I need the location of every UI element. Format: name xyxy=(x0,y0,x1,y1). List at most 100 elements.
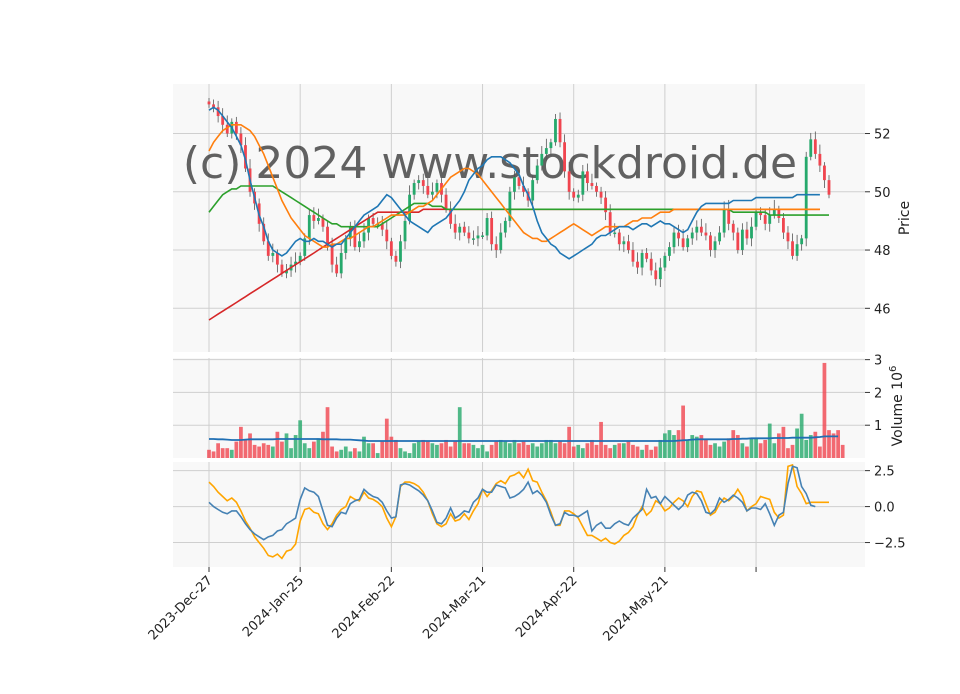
volume-bar xyxy=(840,444,845,458)
volume-bar xyxy=(284,433,289,458)
volume-bar xyxy=(266,444,271,458)
volume-bar xyxy=(799,413,804,458)
volume-bar xyxy=(763,439,768,458)
volume-bar xyxy=(444,439,448,458)
volume-bar xyxy=(544,439,549,458)
volume-bar xyxy=(357,451,362,458)
candle-body xyxy=(818,153,822,166)
volume-bar xyxy=(603,444,608,458)
volume-bar xyxy=(517,443,521,458)
x-tick-label: 2024-Feb-22 xyxy=(330,573,399,642)
candle-body xyxy=(275,252,279,265)
volume-bar xyxy=(302,443,307,458)
volume-bar xyxy=(325,407,330,458)
volume-bar xyxy=(416,441,421,458)
volume-bar xyxy=(339,449,344,458)
volume-bar xyxy=(549,439,553,458)
candle-body xyxy=(339,252,343,274)
candle-body xyxy=(677,232,680,239)
volume-bar xyxy=(644,444,649,458)
volume-bar xyxy=(612,444,617,458)
volume-bar xyxy=(234,441,239,458)
volume-bar xyxy=(767,423,772,458)
candle-body xyxy=(471,238,475,240)
volume-bar xyxy=(280,441,284,458)
volume-bar xyxy=(562,443,567,458)
volume-bar xyxy=(745,446,749,458)
candle-body xyxy=(544,148,548,154)
candle-body xyxy=(727,209,731,224)
volume-bar xyxy=(394,439,398,458)
candle-body xyxy=(563,142,567,172)
price-panel-bg xyxy=(173,84,865,352)
volume-bar xyxy=(649,449,654,458)
x-tick-label: 2024-May-21 xyxy=(601,573,672,644)
volume-bar xyxy=(448,446,453,458)
volume-bar xyxy=(663,433,667,458)
volume-bar xyxy=(371,443,375,458)
candle-body xyxy=(654,270,658,280)
volume-bar xyxy=(407,453,412,458)
candle-body xyxy=(307,215,311,239)
candle-body xyxy=(804,156,808,239)
candle-body xyxy=(271,252,275,256)
candle-body xyxy=(636,261,639,268)
price-y-tick-label: 52 xyxy=(874,128,891,143)
candle-body xyxy=(809,139,813,157)
volume-bar xyxy=(503,441,508,458)
candle-body xyxy=(576,194,580,198)
volume-bar xyxy=(590,439,594,458)
volume-bar xyxy=(453,441,458,458)
volume-bar xyxy=(526,444,530,458)
volume-bar xyxy=(330,446,334,458)
candle-body xyxy=(731,223,735,233)
volume-bar xyxy=(457,407,462,458)
candle-body xyxy=(690,232,694,239)
volume-bar xyxy=(239,426,243,458)
volume-bar xyxy=(270,446,275,458)
volume-bar xyxy=(398,448,403,458)
candle-body xyxy=(412,183,416,195)
volume-bar xyxy=(289,448,293,458)
volume-bar xyxy=(576,444,581,458)
candle-body xyxy=(631,250,635,262)
volume-bar xyxy=(530,443,535,458)
oscillator-panel-bg xyxy=(173,462,865,567)
candle-body xyxy=(750,226,753,239)
volume-bar xyxy=(307,448,312,458)
candle-body xyxy=(481,235,484,237)
candle-body xyxy=(813,139,817,154)
candle-body xyxy=(417,180,421,184)
volume-bar xyxy=(822,362,827,458)
volume-bar xyxy=(631,444,635,458)
candle-body xyxy=(462,226,466,233)
volume-bar xyxy=(731,430,736,458)
candle-body xyxy=(362,232,366,242)
volume-bar xyxy=(818,446,822,458)
candle-body xyxy=(827,180,831,195)
volume-bar xyxy=(439,443,444,458)
volume-bar xyxy=(786,448,790,458)
volume-bar xyxy=(248,433,252,458)
candle-body xyxy=(549,142,553,149)
volume-bar xyxy=(795,428,799,458)
volume-bar xyxy=(334,451,339,458)
candle-body xyxy=(713,241,717,251)
candle-body xyxy=(421,180,425,186)
price-y-tick-label: 50 xyxy=(874,186,891,201)
volume-bar xyxy=(421,439,426,458)
candle-body xyxy=(234,121,238,134)
candle-body xyxy=(335,264,339,274)
volume-bar xyxy=(635,446,640,458)
volume-bar xyxy=(535,446,540,458)
volume-bar xyxy=(261,443,266,458)
volume-bar xyxy=(348,451,353,458)
candle-body xyxy=(786,232,790,242)
candle-body xyxy=(718,232,722,242)
volume-bar xyxy=(403,451,407,458)
candle-body xyxy=(781,218,785,233)
volume-bar xyxy=(430,443,435,458)
candle-body xyxy=(681,238,685,248)
candle-body xyxy=(740,229,744,251)
volume-bar xyxy=(512,439,517,458)
